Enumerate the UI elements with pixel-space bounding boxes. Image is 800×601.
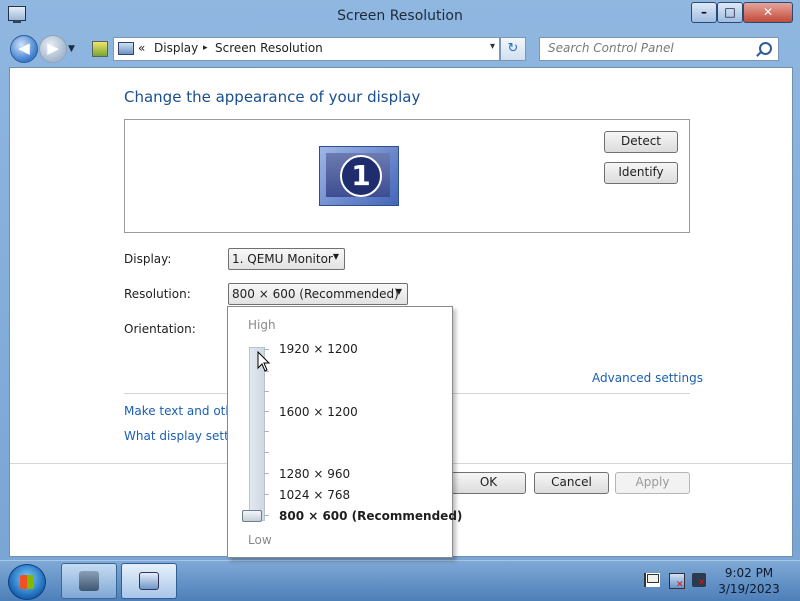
control-panel-icon (118, 42, 134, 55)
breadcrumb-screen-resolution[interactable]: Screen Resolution (215, 41, 323, 55)
slider-tick (264, 452, 269, 453)
control-panel-icon (139, 572, 159, 590)
search-placeholder: Search Control Panel (548, 41, 674, 55)
title-bar[interactable]: Screen Resolution – □ ✕ (0, 0, 800, 30)
back-arrow-icon[interactable]: ◀ (10, 35, 38, 63)
identify-button[interactable]: Identify (604, 162, 678, 184)
start-button[interactable] (8, 564, 46, 600)
close-button[interactable]: ✕ (743, 2, 793, 23)
slider-tick (264, 431, 269, 432)
chevron-down-icon: ▼ (395, 287, 402, 296)
mouse-pointer-icon (257, 351, 271, 372)
address-dropdown-icon[interactable]: ▾ (490, 41, 495, 52)
address-bar[interactable]: « Display ▸ Screen Resolution ▾ (113, 37, 500, 61)
resolution-option-selected[interactable]: 800 × 600 (Recommended) (279, 509, 462, 523)
resolution-label: Resolution: (124, 287, 191, 301)
page-title: Change the appearance of your display (124, 88, 421, 106)
display-select-value: 1. QEMU Monitor (232, 252, 333, 266)
resolution-option[interactable]: 1600 × 1200 (279, 405, 358, 419)
refresh-button[interactable]: ↻ (500, 37, 526, 61)
display-label: Display: (124, 252, 172, 266)
taskbar: 9:02 PM 3/19/2023 (0, 560, 800, 601)
network-disconnected-icon[interactable] (669, 573, 685, 590)
breadcrumb-separator-icon[interactable]: ▸ (203, 43, 208, 53)
slider-tick (264, 515, 269, 516)
apply-button[interactable]: Apply (615, 472, 690, 494)
advanced-settings-link[interactable]: Advanced settings (592, 371, 703, 385)
slider-tick (264, 494, 269, 495)
clock-time: 9:02 PM (724, 566, 774, 580)
resolution-slider-thumb[interactable] (242, 510, 262, 522)
slider-tick (264, 349, 269, 350)
maximize-button[interactable]: □ (717, 2, 743, 23)
clock-date: 3/19/2023 (718, 582, 780, 596)
chess-piece-icon (79, 571, 99, 591)
recent-pages-chevron-icon[interactable]: ▼ (68, 44, 76, 54)
resolution-slider-track[interactable] (249, 347, 265, 521)
slider-tick (264, 411, 269, 412)
chevron-down-icon: ▼ (332, 252, 339, 261)
breadcrumb-display[interactable]: Display (154, 41, 198, 55)
cancel-button[interactable]: Cancel (534, 472, 609, 494)
resolution-option[interactable]: 1920 × 1200 (279, 342, 358, 356)
address-prefix[interactable]: « (138, 41, 145, 55)
resolution-select[interactable]: 800 × 600 (Recommended) ▼ (228, 283, 408, 305)
taskbar-control-panel-button[interactable] (121, 563, 177, 599)
display-select[interactable]: 1. QEMU Monitor ▼ (228, 248, 345, 270)
slider-tick (264, 473, 269, 474)
resolution-select-value: 800 × 600 (Recommended) (232, 287, 399, 301)
action-center-flag-icon[interactable] (644, 573, 660, 587)
taskbar-game-app-button[interactable] (61, 563, 117, 599)
monitor-number: 1 (340, 155, 382, 197)
display-preview: 1 Detect Identify (124, 119, 690, 233)
window-title: Screen Resolution (337, 8, 463, 24)
volume-muted-icon[interactable] (692, 573, 706, 588)
search-icon[interactable] (759, 42, 772, 55)
system-clock[interactable]: 9:02 PM 3/19/2023 (718, 565, 780, 597)
resolution-option[interactable]: 1280 × 960 (279, 467, 350, 481)
high-label: High (248, 318, 276, 332)
recent-locations-icon[interactable] (92, 41, 108, 57)
ok-button[interactable]: OK (451, 472, 526, 494)
orientation-label: Orientation: (124, 322, 196, 336)
search-input[interactable]: Search Control Panel (539, 37, 779, 61)
slider-tick (264, 391, 269, 392)
detect-button[interactable]: Detect (604, 131, 678, 153)
navigation-bar: ◀ ▶ ▼ « Display ▸ Screen Resolution ▾ ↻ … (0, 31, 800, 67)
resolution-slider-popup: High 1920 × 1200 1600 × 1200 1280 × 960 … (227, 306, 462, 558)
monitor-icon[interactable]: 1 (319, 146, 399, 206)
monitor-screen: 1 (326, 153, 390, 197)
forward-arrow-icon[interactable]: ▶ (39, 35, 67, 63)
resolution-option[interactable]: 1024 × 768 (279, 488, 350, 502)
minimize-button[interactable]: – (691, 2, 717, 23)
low-label: Low (248, 533, 272, 547)
